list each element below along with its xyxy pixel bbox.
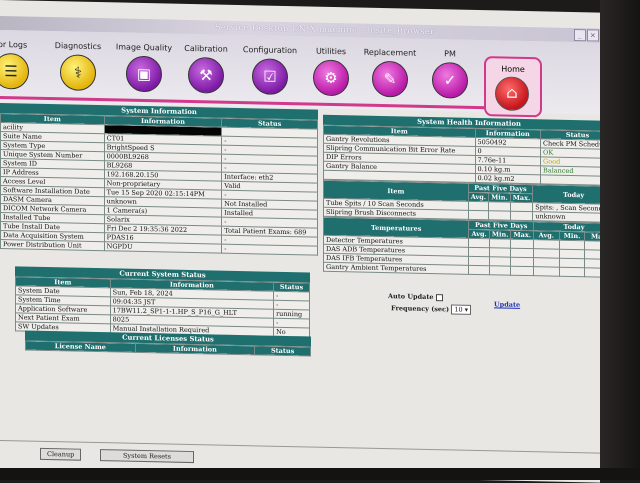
screen: Service Desktop UNIX machine - Insite_Br…: [0, 0, 600, 483]
nav-diagnostics[interactable]: Diagnostics ⚕: [50, 41, 106, 92]
value-cell: [510, 202, 533, 212]
frequency-select[interactable]: 10 ▾: [451, 304, 471, 315]
value-cell: [510, 257, 534, 267]
col-avg: Avg.: [468, 192, 489, 202]
value-cell: [489, 265, 511, 276]
nav-label: PM: [444, 49, 456, 59]
system-resets-button[interactable]: System Resets: [100, 449, 194, 464]
col-min: Min.: [488, 192, 511, 203]
monitor-bezel-bottom: [0, 468, 640, 480]
nav-label: ror Logs: [0, 39, 28, 50]
item-cell: Power Distribution Unit: [0, 239, 105, 251]
value-cell: [488, 201, 511, 212]
value-cell: [468, 201, 489, 211]
pm-icon: ✓: [432, 62, 468, 99]
col-max: Max.: [510, 193, 533, 203]
minimize-icon[interactable]: _: [574, 29, 586, 42]
col-max: Max.: [510, 230, 534, 240]
nav-home[interactable]: Home ⌂: [484, 56, 542, 118]
auto-update-control: Auto Update: [388, 292, 443, 301]
value-cell: [468, 247, 490, 257]
image-quality-icon: ▣: [126, 55, 162, 93]
health-panel: System Health Information Item Informati…: [323, 114, 600, 278]
frequency-label: Frequency (sec): [391, 304, 450, 314]
nav-error-logs[interactable]: ror Logs ☰: [0, 40, 36, 90]
nav-replacement[interactable]: Replacement ✎: [362, 48, 418, 98]
status-cell: running: [273, 309, 310, 319]
col-status: Status: [254, 345, 311, 357]
value-cell: [510, 266, 534, 276]
cleanup-button[interactable]: Cleanup: [40, 447, 82, 461]
nav-configuration[interactable]: Configuration ☑: [240, 45, 300, 96]
nav-label: Calibration: [184, 43, 228, 54]
nav-label: Home: [501, 64, 525, 74]
calibration-icon: ⚒: [188, 56, 224, 94]
frequency-control: Frequency (sec) 10 ▾: [391, 303, 471, 315]
footer-divider: [0, 440, 600, 454]
value-cell: [533, 266, 560, 277]
col-avg: Avg.: [468, 229, 490, 239]
health-table: Item Information Status Gantry Revolutio…: [323, 125, 600, 186]
value-cell: [510, 211, 533, 221]
configuration-icon: ☑: [252, 58, 288, 96]
value-cell: [510, 248, 534, 258]
frequency-value: 10: [454, 305, 463, 314]
value-cell: [559, 267, 585, 277]
nav-label: Configuration: [242, 45, 298, 56]
nav-image-quality[interactable]: Image Quality ▣: [113, 42, 175, 93]
current-status-table: Item Information Status System Date Sun, …: [15, 276, 310, 337]
nav-utilities[interactable]: Utilities ⚙: [308, 46, 354, 97]
nav-label: Utilities: [315, 46, 347, 57]
current-status-panel: Current System Status Item Information S…: [15, 266, 310, 338]
value-cell: [489, 238, 511, 249]
status-cell: -: [221, 244, 318, 256]
col-information: Information: [135, 343, 255, 355]
monitor-bezel: [600, 0, 640, 480]
item-cell: Gantry Ambient Temperatures: [323, 262, 469, 275]
auto-update-checkbox[interactable]: [435, 293, 443, 301]
temperatures-table: Temperatures Past Five Days Today Avg. M…: [323, 217, 600, 278]
value-cell: [468, 210, 489, 220]
col-license-name: License Name: [25, 341, 136, 353]
value-cell: [489, 256, 511, 267]
value-cell: [584, 267, 600, 278]
value-cell: [510, 239, 534, 249]
update-link[interactable]: Update: [494, 300, 520, 309]
system-info-panel: System Information Item Information Stat…: [0, 103, 318, 256]
system-info-table: Item Information Status acility Suite Nam…: [0, 113, 318, 256]
nav-label: Image Quality: [115, 42, 173, 53]
value-cell: [489, 247, 511, 258]
home-icon: ⌂: [495, 76, 529, 112]
col-min: Min.: [559, 231, 585, 241]
value-cell: [468, 256, 490, 266]
col-min: Min.: [489, 229, 511, 240]
nav-label: Replacement: [363, 47, 417, 58]
col-today: Today: [532, 184, 600, 205]
error-logs-icon: ☰: [0, 52, 29, 90]
window-title: Service Desktop UNIX machine - Insite_Br…: [215, 22, 435, 37]
nav-label: Diagnostics: [54, 41, 102, 52]
auto-update-label: Auto Update: [388, 292, 434, 302]
value-cell: [468, 265, 490, 275]
replacement-icon: ✎: [372, 60, 408, 98]
close-icon[interactable]: ×: [587, 29, 599, 42]
information-cell: NGPDU: [104, 241, 222, 254]
stethoscope-icon: ⚕: [60, 54, 96, 92]
nav-pm[interactable]: PM ✓: [428, 49, 472, 99]
value-cell: [488, 210, 511, 221]
utilities-icon: ⚙: [313, 59, 349, 97]
five-days-table: Item Past Five Days Today Avg. Min. Max.…: [323, 180, 600, 223]
nav-calibration[interactable]: Calibration ⚒: [180, 44, 232, 94]
value-cell: [468, 238, 490, 248]
